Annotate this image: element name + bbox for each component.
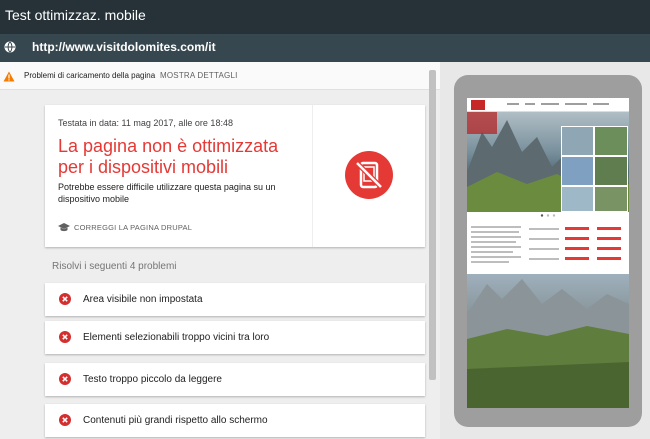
result-description: Potrebbe essere difficile utilizzare que… bbox=[58, 182, 276, 204]
preview-nav-item bbox=[525, 103, 535, 105]
error-x-icon bbox=[59, 373, 71, 385]
url-text[interactable]: http://www.visitdolomites.com/it bbox=[32, 40, 216, 54]
preview-text-line bbox=[471, 251, 513, 253]
preview-thumbnail bbox=[561, 186, 594, 212]
preview-nav-item bbox=[507, 103, 519, 105]
test-date: Testata in data: 11 mag 2017, alle ore 1… bbox=[58, 118, 233, 128]
preview-text-line bbox=[471, 261, 509, 263]
preview-text-line bbox=[471, 226, 521, 228]
preview-text-line bbox=[471, 231, 519, 233]
preview-thumbnail bbox=[594, 186, 628, 212]
preview-text-line bbox=[471, 246, 521, 248]
preview-text-line bbox=[471, 236, 521, 238]
error-x-icon bbox=[59, 293, 71, 305]
preview-red-bar bbox=[565, 237, 589, 240]
show-details-link[interactable]: MOSTRA DETTAGLI bbox=[160, 71, 238, 80]
graduation-cap-icon bbox=[58, 223, 70, 232]
problem-item-small-text[interactable]: Testo troppo piccolo da leggere bbox=[45, 363, 425, 396]
problem-item-tap-targets[interactable]: Elementi selezionabili troppo vicini tra… bbox=[45, 321, 425, 354]
results-panel: Problemi di caricamento della pagina MOS… bbox=[0, 62, 440, 439]
preview-landscape-mountains bbox=[467, 279, 629, 408]
preview-text-line bbox=[471, 256, 521, 258]
scrollbar[interactable] bbox=[429, 70, 436, 380]
preview-carousel-dots bbox=[540, 214, 556, 217]
problem-label: Elementi selezionabili troppo vicini tra… bbox=[83, 332, 270, 343]
address-bar[interactable]: http://www.visitdolomites.com/it bbox=[0, 34, 650, 62]
title-bar: Test ottimizzaz. mobile bbox=[0, 0, 650, 34]
preview-red-bar bbox=[597, 237, 621, 240]
preview-thumbnail bbox=[594, 126, 628, 156]
preview-text-line bbox=[529, 238, 559, 240]
globe-icon bbox=[4, 41, 16, 53]
preview-thumbnail bbox=[561, 156, 594, 186]
preview-text-line bbox=[529, 228, 559, 230]
preview-thumbnail bbox=[594, 156, 628, 186]
preview-nav-item bbox=[593, 103, 609, 105]
phone-not-mobile-friendly-icon bbox=[345, 151, 393, 199]
phone-frame bbox=[454, 75, 642, 427]
loading-issues-text: Problemi di caricamento della pagina bbox=[24, 71, 156, 80]
preview-red-bar bbox=[597, 227, 621, 230]
preview-text-line bbox=[471, 241, 516, 243]
preview-panel bbox=[440, 62, 650, 439]
loading-issues-bar: Problemi di caricamento della pagina MOS… bbox=[0, 62, 440, 90]
preview-text-line bbox=[529, 258, 559, 260]
problem-label: Contenuti più grandi rispetto allo scher… bbox=[83, 415, 268, 426]
preview-nav-item bbox=[565, 103, 587, 105]
error-x-icon bbox=[59, 414, 71, 426]
problem-item-viewport[interactable]: Area visibile non impostata bbox=[45, 283, 425, 316]
preview-text-line bbox=[529, 248, 559, 250]
result-headline: La pagina non è ottimizzata per i dispos… bbox=[58, 136, 279, 177]
problem-label: Testo troppo piccolo da leggere bbox=[83, 374, 222, 385]
preview-thumbnail bbox=[561, 126, 594, 156]
preview-red-bar bbox=[565, 257, 589, 260]
card-divider bbox=[312, 105, 313, 247]
problem-item-content-width[interactable]: Contenuti più grandi rispetto allo scher… bbox=[45, 404, 425, 437]
warning-icon bbox=[3, 71, 15, 82]
page-screenshot-preview[interactable] bbox=[467, 98, 629, 408]
preview-red-bar bbox=[597, 247, 621, 250]
preview-logo bbox=[471, 100, 485, 110]
preview-red-bar bbox=[565, 227, 589, 230]
error-x-icon bbox=[59, 331, 71, 343]
preview-nav-item bbox=[541, 103, 559, 105]
window-title: Test ottimizzaz. mobile bbox=[5, 7, 146, 23]
problem-label: Area visibile non impostata bbox=[83, 294, 203, 305]
preview-red-bar bbox=[565, 247, 589, 250]
fix-drupal-label: CORREGGI LA PAGINA DRUPAL bbox=[74, 223, 193, 232]
preview-nav bbox=[467, 98, 629, 112]
fix-drupal-link[interactable]: CORREGGI LA PAGINA DRUPAL bbox=[58, 223, 192, 232]
preview-red-bar bbox=[597, 257, 621, 260]
result-card: Testata in data: 11 mag 2017, alle ore 1… bbox=[45, 105, 425, 247]
problems-heading: Risolvi i seguenti 4 problemi bbox=[52, 261, 177, 272]
